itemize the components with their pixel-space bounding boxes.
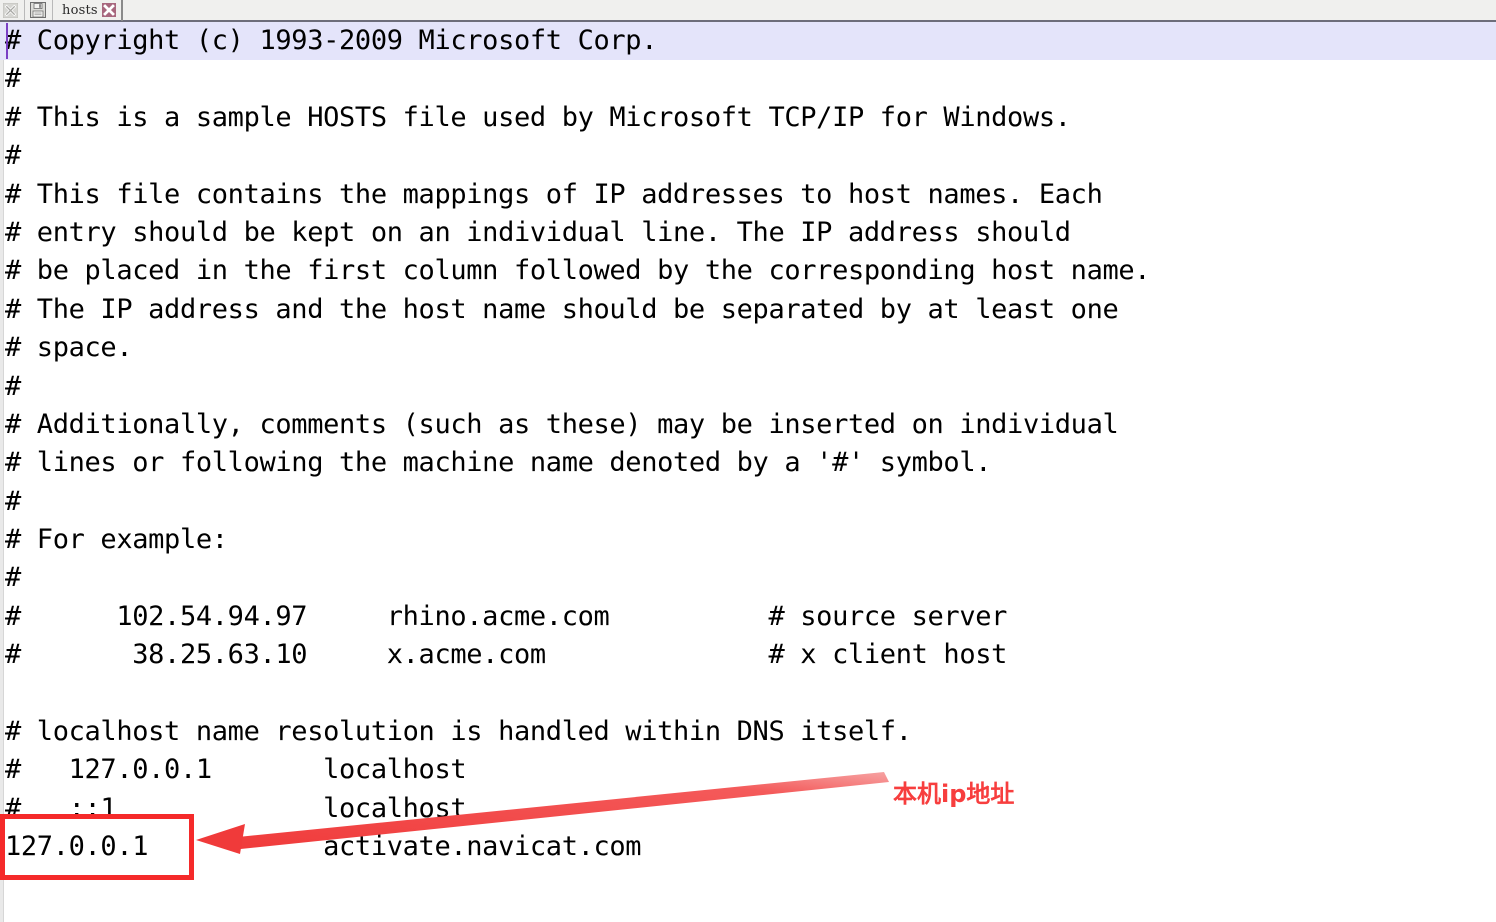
tab-label: hosts <box>62 2 98 18</box>
code-line[interactable]: # 102.54.94.97 rhino.acme.com # source s… <box>5 598 1496 636</box>
code-line[interactable] <box>5 675 1496 713</box>
tab-hosts[interactable]: hosts <box>56 0 118 20</box>
editor-gutter <box>0 22 4 922</box>
code-line[interactable]: # be placed in the first column followed… <box>5 252 1496 290</box>
code-line[interactable]: # space. <box>5 329 1496 367</box>
tab-close-button[interactable] <box>101 3 116 17</box>
code-line[interactable]: # For example: <box>5 521 1496 559</box>
save-floppy-icon <box>30 2 46 18</box>
code-line[interactable]: # localhost name resolution is handled w… <box>5 713 1496 751</box>
tab-strip-end-divider <box>120 0 123 21</box>
code-line[interactable]: # ::1 localhost <box>5 790 1496 828</box>
code-line[interactable]: # lines or following the machine name de… <box>5 444 1496 482</box>
code-line[interactable]: 127.0.0.1 activate.navicat.com <box>5 828 1496 866</box>
toolbar-divider <box>24 0 25 20</box>
code-line[interactable]: # <box>5 368 1496 406</box>
code-line[interactable]: # Copyright (c) 1993-2009 Microsoft Corp… <box>0 22 1496 61</box>
close-x-icon <box>101 3 116 17</box>
code-line[interactable]: # <box>5 137 1496 175</box>
hosts-file-editor-window: hosts # Copyright (c) 1993-2009 Microsof… <box>0 0 1496 922</box>
text-caret <box>6 23 8 59</box>
code-line[interactable]: # The IP address and the host name shoul… <box>5 291 1496 329</box>
toolbar-divider-2 <box>52 0 53 20</box>
code-line[interactable]: # entry should be kept on an individual … <box>5 214 1496 252</box>
save-button[interactable] <box>28 0 48 20</box>
close-x-icon <box>2 2 18 18</box>
code-line[interactable]: # 38.25.63.10 x.acme.com # x client host <box>5 636 1496 674</box>
close-all-button[interactable] <box>0 0 20 20</box>
code-line[interactable]: # This file contains the mappings of IP … <box>5 176 1496 214</box>
code-line[interactable]: # <box>5 559 1496 597</box>
editor-tab-bar: hosts <box>0 0 1496 22</box>
text-editor-area[interactable]: # Copyright (c) 1993-2009 Microsoft Corp… <box>0 22 1496 922</box>
code-line[interactable]: # 127.0.0.1 localhost <box>5 751 1496 789</box>
code-line[interactable]: # This is a sample HOSTS file used by Mi… <box>5 99 1496 137</box>
code-line[interactable]: # <box>5 483 1496 521</box>
code-line[interactable]: # Additionally, comments (such as these)… <box>5 406 1496 444</box>
code-line[interactable]: # <box>5 60 1496 98</box>
hosts-file-content[interactable]: # Copyright (c) 1993-2009 Microsoft Corp… <box>0 22 1496 922</box>
